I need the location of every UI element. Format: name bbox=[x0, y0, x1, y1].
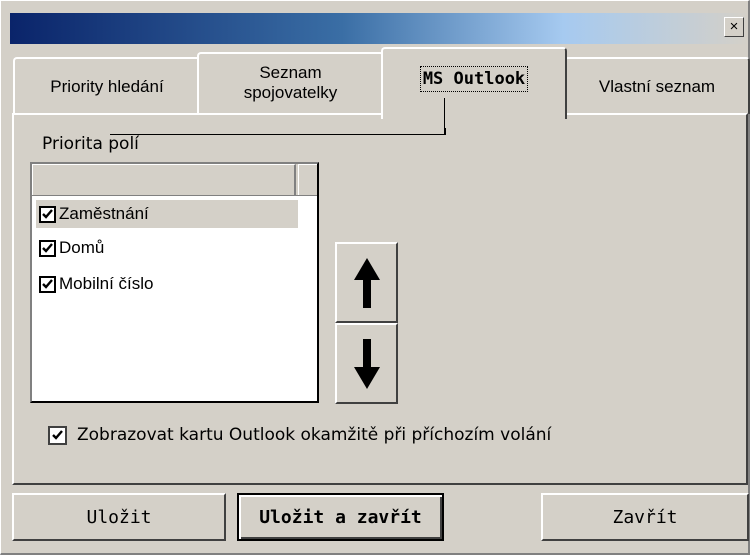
tab-vlastni-seznam[interactable]: Vlastní seznam bbox=[564, 57, 750, 114]
list-item-label: Zaměstnání bbox=[59, 204, 149, 223]
field-priority-list[interactable]: Zaměstnání Domů Mobilní číslo bbox=[30, 162, 319, 403]
list-header-filler bbox=[298, 164, 317, 195]
list-header bbox=[32, 164, 317, 196]
save-button-label: Uložit bbox=[86, 506, 152, 528]
list-item[interactable]: Mobilní číslo bbox=[36, 270, 298, 298]
tab-priority-hledani[interactable]: Priority hledání bbox=[13, 57, 201, 114]
tab-label: Seznam spojovatelky bbox=[244, 63, 338, 103]
tab-seznam-spojovatelky[interactable]: Seznam spojovatelky bbox=[197, 52, 384, 114]
tab-label-line1: Seznam bbox=[259, 63, 322, 82]
list-item-label: Domů bbox=[59, 238, 105, 257]
close-icon: × bbox=[729, 18, 739, 35]
list-item-checkbox[interactable] bbox=[39, 239, 56, 257]
arrow-up-icon bbox=[353, 257, 380, 308]
save-and-close-button[interactable]: Uložit a zavřít bbox=[237, 493, 444, 541]
move-up-button[interactable] bbox=[335, 242, 398, 323]
field-priority-label: Priorita polí bbox=[42, 134, 139, 154]
move-down-button[interactable] bbox=[335, 323, 398, 404]
close-window-button[interactable]: × bbox=[724, 17, 744, 37]
title-bar[interactable]: × bbox=[10, 13, 748, 44]
close-button-label: Zavřít bbox=[612, 506, 678, 528]
tab-label: Priority hledání bbox=[50, 76, 164, 96]
tab-label-line2: spojovatelky bbox=[243, 83, 338, 102]
checkmark-icon bbox=[52, 429, 63, 440]
checkmark-icon bbox=[42, 208, 53, 219]
checkmark-icon bbox=[42, 242, 53, 253]
save-button[interactable]: Uložit bbox=[12, 493, 226, 541]
tab-connector-bracket bbox=[110, 128, 446, 135]
show-outlook-card-checkbox[interactable] bbox=[48, 425, 67, 445]
checkmark-icon bbox=[42, 278, 53, 289]
list-item-checkbox[interactable] bbox=[39, 205, 56, 223]
arrow-down-icon bbox=[353, 338, 380, 389]
close-button[interactable]: Zavřít bbox=[541, 493, 749, 541]
tab-label: MS Outlook bbox=[419, 66, 529, 92]
list-item[interactable]: Zaměstnání bbox=[36, 200, 298, 228]
list-item-checkbox[interactable] bbox=[39, 275, 56, 293]
tab-ms-outlook[interactable]: MS Outlook bbox=[381, 47, 567, 119]
save-and-close-button-label: Uložit a zavřít bbox=[259, 506, 422, 528]
show-outlook-card-option[interactable]: Zobrazovat kartu Outlook okamžitě při př… bbox=[48, 425, 551, 445]
show-outlook-card-label: Zobrazovat kartu Outlook okamžitě při př… bbox=[77, 425, 552, 445]
list-item[interactable]: Domů bbox=[36, 234, 298, 262]
tab-label: Vlastní seznam bbox=[598, 76, 716, 96]
list-item-label: Mobilní číslo bbox=[59, 274, 154, 293]
list-header-column[interactable] bbox=[32, 164, 296, 195]
